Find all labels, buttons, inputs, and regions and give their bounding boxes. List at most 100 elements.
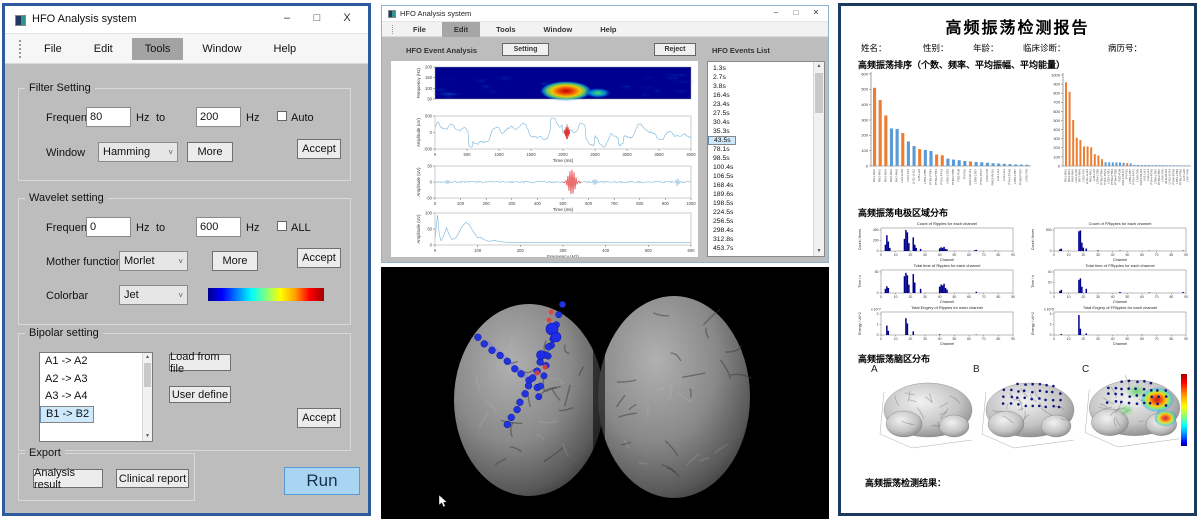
scroll-thumb[interactable] — [815, 73, 823, 113]
section2-heading: 高频振荡电极区域分布 — [858, 206, 948, 219]
hist-ripple-count-chart: Count of Ripples for each channel0200400… — [855, 220, 1021, 262]
svg-text:PTA2-PTA3: PTA2-PTA3 — [940, 169, 944, 185]
hfo-event-item[interactable]: 23.4s — [708, 100, 813, 109]
svg-text:80: 80 — [996, 337, 1000, 341]
bipolar-channel-item[interactable]: A1 -> A2 — [40, 353, 142, 371]
all-checkbox[interactable] — [277, 221, 287, 231]
filter-accept-button[interactable]: Accept — [297, 139, 341, 159]
svg-text:200: 200 — [1053, 145, 1060, 150]
hfo-event-item[interactable]: 2.7s — [708, 73, 813, 82]
menu-item-help[interactable]: Help — [588, 22, 628, 37]
svg-text:10: 10 — [894, 337, 898, 341]
svg-text:2000: 2000 — [558, 152, 568, 157]
filter-more-button[interactable]: More — [187, 142, 233, 162]
filter-freq-to-input[interactable] — [196, 107, 241, 127]
menu-item-file[interactable]: File — [31, 38, 75, 60]
menu-item-edit[interactable]: Edit — [442, 22, 480, 37]
svg-text:1000: 1000 — [1051, 72, 1061, 77]
wavelet-accept-button[interactable]: Accept — [297, 248, 341, 268]
patient-age-field: 年龄： — [973, 42, 999, 54]
load-from-file-button[interactable]: Load from file — [169, 354, 231, 371]
svg-text:50: 50 — [1125, 295, 1129, 299]
hfo-event-item[interactable]: 256.5s — [708, 217, 813, 226]
menu-item-tools[interactable]: Tools — [132, 38, 184, 60]
sort-chart-left: 0100200300400500600RH1-RH2RH2-RH3RH3-RH4… — [851, 68, 1037, 204]
hfo-event-item[interactable]: 16.4s — [708, 91, 813, 100]
svg-text:PTA6-PTA7: PTA6-PTA7 — [979, 169, 983, 185]
close-button[interactable]: X — [336, 12, 358, 24]
clinical-report-button[interactable]: Clinical report — [116, 469, 189, 488]
bipolar-channel-list[interactable]: ▲ ▼ A1 -> A2A2 -> A3A3 -> A4B1 -> B2B2 -… — [39, 352, 153, 442]
bipolar-channel-item[interactable]: A3 -> A4 — [40, 388, 142, 406]
svg-text:LTB6-LTB7: LTB6-LTB7 — [1013, 169, 1017, 184]
hfo-event-item[interactable]: 189.6s — [708, 190, 813, 199]
mother-function-select[interactable]: Morlet˅ — [119, 251, 188, 271]
event-analysis-plots: 50100150200Frequency (Hz)-50005000500100… — [391, 61, 698, 257]
hfo-event-item[interactable]: 27.5s — [708, 109, 813, 118]
svg-text:RH3-RH4: RH3-RH4 — [883, 169, 887, 182]
hfo-event-item[interactable]: 168.4s — [708, 181, 813, 190]
auto-checkbox[interactable] — [277, 111, 287, 121]
bipolar-channel-item[interactable]: A2 -> A3 — [40, 371, 142, 389]
menu-item-edit[interactable]: Edit — [81, 38, 126, 60]
scroll-down-icon[interactable]: ▼ — [814, 247, 824, 256]
svg-text:300: 300 — [861, 117, 868, 122]
reject-button[interactable]: Reject — [654, 43, 696, 56]
window-title: HFO Analysis system — [400, 9, 471, 18]
bipolar-accept-button[interactable]: Accept — [297, 408, 341, 428]
scroll-thumb[interactable] — [144, 363, 151, 387]
maximize-button[interactable]: □ — [788, 8, 804, 17]
svg-text:600: 600 — [1053, 109, 1060, 114]
scroll-down-icon[interactable]: ▼ — [143, 432, 152, 441]
scrollbar[interactable]: ▲ ▼ — [813, 62, 824, 256]
brain-a-render — [874, 374, 979, 454]
hfo-event-item[interactable]: 30.4s — [708, 118, 813, 127]
hfo-event-item[interactable]: 453.7s — [708, 244, 813, 253]
hfo-event-item[interactable]: 312.8s — [708, 235, 813, 244]
menu-item-help[interactable]: Help — [261, 38, 310, 60]
minimize-button[interactable]: – — [768, 8, 784, 17]
mother-function-value: Morlet — [124, 255, 155, 267]
wavelet-more-button[interactable]: More — [212, 251, 258, 271]
hfo-events-list[interactable]: 1.3s2.7s3.8s16.4s23.4s27.5s30.4s35.3s43.… — [707, 61, 825, 257]
hfo-event-item[interactable]: 98.5s — [708, 154, 813, 163]
menu-item-window[interactable]: Window — [189, 38, 254, 60]
window-select[interactable]: Hamming˅ — [98, 142, 178, 162]
svg-text:0: 0 — [880, 253, 882, 257]
svg-text:60: 60 — [967, 337, 971, 341]
filter-freq-from-input[interactable] — [86, 107, 131, 127]
svg-text:10: 10 — [1067, 337, 1071, 341]
brain-3d-view[interactable] — [381, 267, 829, 519]
svg-text:LH9-LH10: LH9-LH10 — [900, 169, 904, 183]
app-icon — [15, 15, 26, 26]
menu-item-file[interactable]: File — [401, 22, 438, 37]
hfo-event-item[interactable]: 106.5s — [708, 172, 813, 181]
hfo-event-item[interactable]: 35.3s — [708, 127, 813, 136]
scrollbar[interactable]: ▲ ▼ — [142, 353, 152, 441]
scroll-up-icon[interactable]: ▲ — [814, 62, 824, 71]
hfo-event-item[interactable]: 298.4s — [708, 226, 813, 235]
events-items: 1.3s2.7s3.8s16.4s23.4s27.5s30.4s35.3s43.… — [708, 64, 813, 253]
hfo-event-item[interactable]: 1.3s — [708, 64, 813, 73]
menu-item-window[interactable]: Window — [532, 22, 585, 37]
minimize-button[interactable]: – — [276, 12, 298, 24]
hfo-event-item[interactable]: 198.5s — [708, 199, 813, 208]
svg-text:x 10^7: x 10^7 — [871, 308, 881, 312]
scroll-up-icon[interactable]: ▲ — [143, 353, 152, 362]
hfo-event-item[interactable]: 224.5s — [708, 208, 813, 217]
setting-button[interactable]: Setting — [502, 43, 549, 56]
wavelet-freq-from-input[interactable] — [86, 217, 131, 237]
user-define-button[interactable]: User define — [169, 386, 231, 403]
run-button[interactable]: Run — [284, 467, 360, 495]
hfo-event-item[interactable]: 3.8s — [708, 82, 813, 91]
colorbar-select[interactable]: Jet˅ — [119, 285, 188, 305]
analysis-result-button[interactable]: Analysis result — [33, 469, 103, 488]
menu-item-tools[interactable]: Tools — [484, 22, 527, 37]
bipolar-channel-item[interactable]: B1 -> B2 — [40, 406, 94, 424]
hfo-event-item[interactable]: 43.5s — [708, 136, 736, 145]
close-button[interactable]: ✕ — [808, 8, 824, 17]
wavelet-freq-to-input[interactable] — [196, 217, 241, 237]
hfo-event-item[interactable]: 78.1s — [708, 145, 813, 154]
maximize-button[interactable]: □ — [306, 12, 328, 24]
hfo-event-item[interactable]: 100.4s — [708, 163, 813, 172]
